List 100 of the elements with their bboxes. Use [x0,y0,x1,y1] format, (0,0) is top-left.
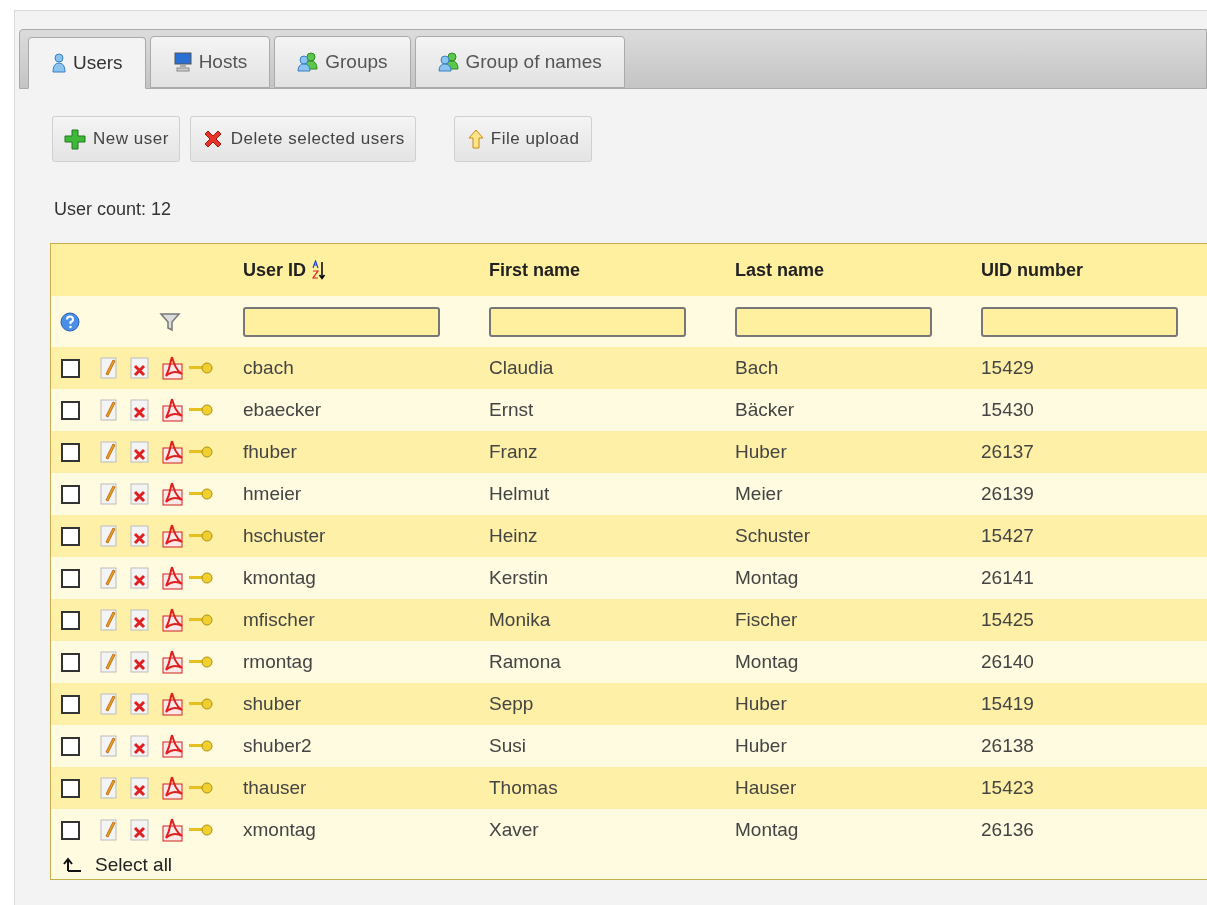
table-cell-text: shuber [243,691,303,716]
table-cell-text: Montag [735,649,800,674]
column-header[interactable]: First name [489,256,735,284]
edit-icon[interactable] [100,567,120,589]
edit-icon[interactable] [100,777,120,799]
row-checkbox[interactable] [61,526,80,546]
table-cell-text: 15429 [981,355,1035,380]
edit-icon[interactable] [100,609,120,631]
delete-icon[interactable] [130,399,150,421]
delete-icon[interactable] [130,525,150,547]
delete-icon[interactable] [130,441,150,463]
pdf-icon[interactable] [162,524,184,548]
table-cell-text: hschuster [243,523,327,548]
row-checkbox[interactable] [61,736,80,756]
column-header[interactable]: UID number [981,256,1207,284]
row-checkbox[interactable] [61,484,80,504]
sort-icon[interactable] [312,260,327,280]
row-checkbox[interactable] [61,610,80,630]
pdf-icon[interactable] [162,440,184,464]
delete-icon[interactable] [130,357,150,379]
table-cell-text: Susi [489,733,527,758]
tab[interactable]: Users [28,37,146,89]
table-cell-text: Meier [735,481,784,506]
row-checkbox[interactable] [61,820,80,840]
edit-icon[interactable] [100,693,120,715]
table-cell-text: kmontag [243,565,317,590]
delete-icon[interactable] [130,777,150,799]
toolbar-button[interactable]: File upload [453,116,593,162]
pdf-icon[interactable] [162,608,184,632]
arrow-up-icon [63,857,83,873]
column-header[interactable]: Last name [735,256,981,284]
tab[interactable]: Groups [274,36,411,88]
table-cell-text: 26139 [981,481,1035,506]
tab[interactable]: Hosts [149,36,271,88]
pdf-icon[interactable] [162,776,184,800]
key-icon[interactable] [188,739,214,753]
delete-icon[interactable] [130,609,150,631]
pdf-icon[interactable] [162,650,184,674]
edit-icon[interactable] [100,525,120,547]
filter-field[interactable] [981,306,1178,337]
table-cell-text: xmontag [243,817,317,842]
delete-icon[interactable] [130,693,150,715]
row-checkbox[interactable] [61,694,80,714]
edit-icon[interactable] [100,483,120,505]
user-count: User count: 12 [54,198,173,221]
edit-icon[interactable] [100,357,120,379]
plus-icon [63,128,87,150]
pdf-icon[interactable] [162,356,184,380]
delete-icon[interactable] [130,567,150,589]
table-cell-text: 15419 [981,691,1035,716]
table-cell-text: ebaecker [243,397,323,422]
toolbar-button[interactable]: Delete selected users [189,116,416,162]
pdf-icon[interactable] [162,482,184,506]
pdf-icon[interactable] [162,818,184,842]
row-checkbox[interactable] [61,652,80,672]
key-icon[interactable] [188,571,214,585]
table-cell-text: shuber2 [243,733,313,758]
key-icon[interactable] [188,823,214,837]
edit-icon[interactable] [100,441,120,463]
row-checkbox[interactable] [61,358,80,378]
pdf-icon[interactable] [162,692,184,716]
table-cell-text: Bach [735,355,780,380]
filter-field[interactable] [489,306,686,337]
key-icon[interactable] [188,403,214,417]
table-cell-text: Fischer [735,607,799,632]
table-cell-text: Ernst [489,397,535,422]
select-all-link[interactable]: Select all [95,850,173,880]
tab[interactable]: Group of names [414,36,625,88]
row-checkbox[interactable] [61,778,80,798]
edit-icon[interactable] [100,651,120,673]
delete-icon[interactable] [130,483,150,505]
table-cell-text: fhuber [243,439,298,464]
row-checkbox[interactable] [61,442,80,462]
delete-icon[interactable] [130,735,150,757]
monitor-icon [172,52,193,72]
help-icon[interactable] [60,311,80,332]
table-cell-text: Ramona [489,649,562,674]
key-icon[interactable] [188,655,214,669]
filter-icon[interactable] [158,310,182,333]
table-cell-text: 26138 [981,733,1035,758]
pdf-icon[interactable] [162,398,184,422]
edit-icon[interactable] [100,819,120,841]
table-cell-text: 15430 [981,397,1035,422]
key-icon[interactable] [188,487,214,501]
pdf-icon[interactable] [162,566,184,590]
delete-icon[interactable] [130,819,150,841]
edit-icon[interactable] [100,735,120,757]
table-cell-text: Claudia [489,355,555,380]
table-cell-text: Franz [489,439,539,464]
delete-icon[interactable] [130,651,150,673]
filter-field[interactable] [243,306,440,337]
table-cell-text: Schuster [735,523,811,548]
toolbar-button[interactable]: New user [52,116,180,162]
row-checkbox[interactable] [61,568,80,588]
filter-field[interactable] [735,306,932,337]
edit-icon[interactable] [100,399,120,421]
table-cell-text: rmontag [243,649,314,674]
column-header[interactable]: User ID [243,256,489,284]
row-checkbox[interactable] [61,400,80,420]
pdf-icon[interactable] [162,734,184,758]
